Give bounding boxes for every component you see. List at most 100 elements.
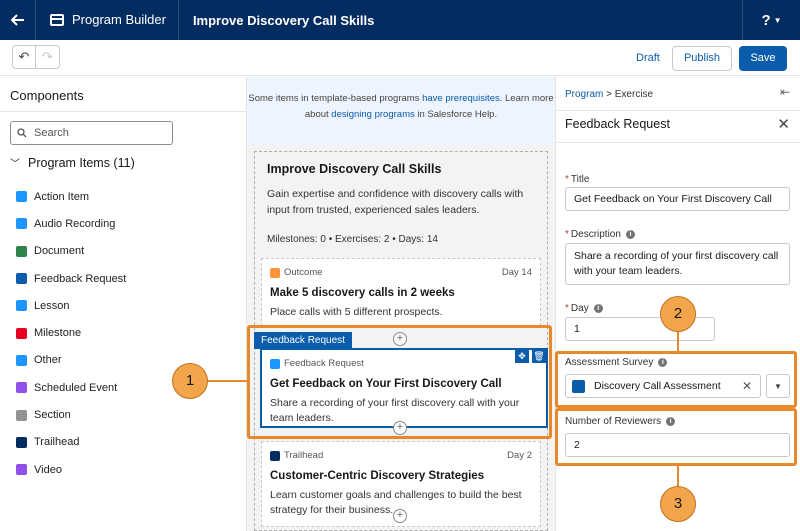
list-item-label: Audio Recording (34, 217, 116, 230)
day-label: * Day i (565, 303, 603, 314)
title-label-text: Title (570, 174, 590, 185)
app-name: Program Builder (72, 0, 179, 40)
collapse-panel-button[interactable]: ⇤ (780, 85, 790, 99)
prerequisites-link[interactable]: have prerequisites (422, 93, 500, 104)
program-builder-icon (50, 14, 64, 26)
component-list: Action Item Audio Recording Document Fee… (16, 183, 126, 483)
video-icon (16, 464, 27, 476)
description-label: * Description i (565, 229, 635, 240)
arrow-left-icon: ⇤ (779, 85, 790, 99)
arrow-left-icon (10, 14, 24, 26)
action-item-icon (16, 191, 27, 203)
notice-text: in Salesforce Help. (414, 109, 498, 120)
toolbar: ↶ ↷ Draft Publish Save (0, 40, 800, 76)
outcome-icon (270, 267, 280, 278)
components-panel: Components Search ﹀ Program Items (11) A… (0, 77, 247, 531)
component-item-section[interactable]: Section (16, 401, 126, 428)
component-item-trailhead[interactable]: Trailhead (16, 429, 126, 456)
divider (556, 142, 800, 143)
card-title: Customer-Centric Discovery Strategies (270, 470, 485, 482)
search-icon (17, 128, 27, 138)
component-item-scheduled-event[interactable]: Scheduled Event (16, 374, 126, 401)
program-title: Improve Discovery Call Skills (192, 12, 375, 28)
highlight-box-1 (247, 325, 552, 439)
list-item-label: Document (34, 245, 85, 258)
milestone-icon (16, 327, 27, 339)
component-item-video[interactable]: Video (16, 456, 126, 483)
component-item-lesson[interactable]: Lesson (16, 292, 126, 319)
highlight-box-3 (555, 408, 797, 466)
designing-programs-link[interactable]: designing programs (331, 109, 414, 120)
group-label: Program Items (11) (28, 155, 135, 170)
info-icon[interactable]: i (593, 304, 603, 313)
scheduled-event-icon (16, 382, 27, 394)
callout-connector (677, 465, 679, 488)
callout-connector (206, 380, 248, 382)
title-field[interactable]: Get Feedback on Your First Discovery Cal… (565, 187, 790, 211)
day-label-text: Day (570, 303, 589, 314)
list-item-label: Trailhead (34, 436, 80, 449)
component-item-action-item[interactable]: Action Item (16, 183, 126, 210)
card-type: Trailhead (270, 450, 323, 461)
callout-badge-3: 3 (660, 486, 696, 522)
list-item-label: Milestone (34, 327, 82, 340)
card-type: Outcome (270, 267, 323, 278)
highlight-box-2 (555, 351, 797, 408)
list-item-label: Feedback Request (34, 272, 127, 285)
help-menu-button[interactable]: ? ▼ (742, 0, 800, 40)
component-item-document[interactable]: Document (16, 238, 126, 265)
search-input[interactable]: Search (10, 121, 173, 145)
plus-icon: + (396, 509, 404, 521)
title-label: * Title (565, 174, 589, 185)
list-item-label: Scheduled Event (34, 381, 118, 394)
info-icon[interactable]: i (625, 230, 635, 239)
outcome-card[interactable]: Outcome Day 14 Make 5 discovery calls in… (261, 258, 541, 326)
undo-button[interactable]: ↶ (12, 45, 36, 69)
back-button[interactable] (0, 0, 36, 40)
description-field[interactable]: Share a recording of your first discover… (565, 243, 790, 285)
undo-redo-group: ↶ ↷ (12, 45, 60, 69)
panel-title: Feedback Request (565, 117, 670, 131)
callout-connector (677, 331, 679, 353)
divider (556, 110, 800, 111)
list-item-label: Section (34, 409, 71, 422)
callout-badge-1: 1 (172, 363, 208, 399)
feedback-request-icon (16, 273, 27, 285)
list-item-label: Action Item (34, 190, 90, 203)
breadcrumb-program-link[interactable]: Program (565, 89, 603, 100)
card-type-label: Outcome (284, 267, 323, 278)
required-marker: * (565, 303, 569, 314)
search-placeholder: Search (34, 127, 69, 139)
redo-button[interactable]: ↷ (36, 45, 60, 69)
add-item-button[interactable]: + (393, 509, 407, 523)
component-item-audio-recording[interactable]: Audio Recording (16, 210, 126, 237)
card-description: Place calls with 5 different prospects. (270, 306, 443, 318)
components-title: Components (10, 88, 84, 103)
card-type-label: Trailhead (284, 450, 324, 461)
publish-button[interactable]: Publish (672, 46, 732, 71)
prerequisites-notice: Some items in template-based programs ha… (247, 77, 555, 145)
divider (0, 111, 246, 112)
card-title: Make 5 discovery calls in 2 weeks (270, 287, 455, 299)
component-item-milestone[interactable]: Milestone (16, 319, 126, 346)
required-marker: * (565, 174, 569, 185)
component-item-feedback-request[interactable]: Feedback Request (16, 265, 126, 292)
callout-badge-2: 2 (660, 296, 696, 332)
program-items-group-toggle[interactable]: ﹀ Program Items (11) (10, 155, 135, 171)
component-item-other[interactable]: Other (16, 347, 126, 374)
program-stats: Milestones: 0 • Exercises: 2 • Days: 14 (267, 234, 438, 245)
close-button[interactable]: ✕ (777, 115, 790, 133)
description-label-text: Description (570, 229, 621, 240)
card-day: Day 2 (507, 450, 532, 461)
save-button[interactable]: Save (739, 46, 787, 71)
notice-text: Some items in template-based programs (248, 93, 423, 104)
lesson-icon (16, 300, 27, 312)
program-description: Gain expertise and confidence with disco… (267, 188, 524, 216)
document-icon (16, 245, 27, 257)
section-icon (16, 409, 27, 421)
program-canvas: Some items in template-based programs ha… (247, 77, 555, 531)
undo-icon: ↶ (18, 49, 30, 64)
required-marker: * (565, 229, 569, 240)
trailhead-icon (16, 436, 27, 448)
breadcrumb: Program > Exercise (565, 89, 653, 100)
